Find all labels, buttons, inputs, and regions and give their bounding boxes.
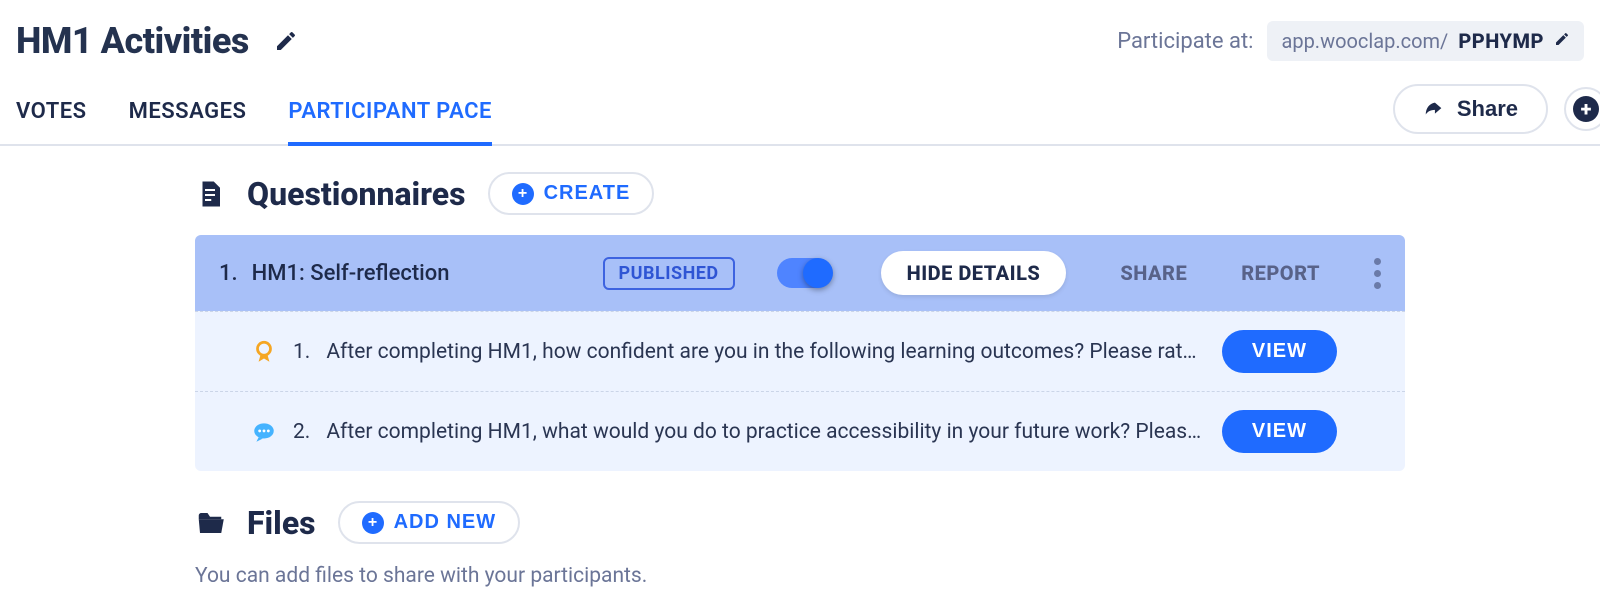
- tab-participant-pace[interactable]: PARTICIPANT PACE: [288, 85, 491, 146]
- report-button[interactable]: REPORT: [1241, 261, 1320, 285]
- tab-votes[interactable]: VOTES: [16, 85, 87, 146]
- create-label: CREATE: [544, 182, 631, 205]
- participate-link-box[interactable]: app.wooclap.com/PPHYMP: [1267, 21, 1584, 61]
- question-row[interactable]: 2. After completing HM1, what would you …: [195, 391, 1405, 471]
- document-icon: [195, 179, 225, 209]
- questionnaire-card: 1. HM1: Self-reflection PUBLISHED HIDE D…: [195, 235, 1405, 471]
- add-button[interactable]: +: [1564, 87, 1600, 131]
- participate-at-label: Participate at:: [1117, 29, 1253, 54]
- question-number: 2.: [293, 420, 310, 444]
- question-text: After completing HM1, what would you do …: [326, 420, 1206, 444]
- publish-toggle[interactable]: [777, 258, 831, 288]
- questionnaires-heading: Questionnaires: [247, 175, 466, 213]
- participate-code: PPHYMP: [1458, 29, 1544, 53]
- plus-icon: +: [512, 183, 534, 205]
- add-file-button[interactable]: + ADD NEW: [338, 501, 521, 544]
- view-button[interactable]: VIEW: [1222, 330, 1337, 373]
- questionnaire-index: 1.: [219, 261, 238, 286]
- create-questionnaire-button[interactable]: + CREATE: [488, 172, 655, 215]
- more-menu-icon[interactable]: [1374, 258, 1381, 289]
- plus-icon: +: [1573, 96, 1599, 122]
- chat-bubble-icon: [251, 419, 277, 445]
- tabs: VOTES MESSAGES PARTICIPANT PACE: [16, 85, 492, 144]
- status-badge: PUBLISHED: [603, 257, 735, 290]
- rating-badge-icon: [251, 339, 277, 365]
- view-button[interactable]: VIEW: [1222, 410, 1337, 453]
- hide-details-button[interactable]: HIDE DETAILS: [881, 251, 1067, 295]
- folder-icon: [195, 508, 225, 538]
- share-button-label: Share: [1457, 96, 1518, 122]
- edit-code-icon[interactable]: [1554, 31, 1570, 51]
- share-questionnaire-button[interactable]: SHARE: [1120, 261, 1187, 285]
- question-row[interactable]: 1. After completing HM1, how confident a…: [195, 311, 1405, 391]
- files-hint-text: You can add files to share with your par…: [195, 564, 1405, 588]
- edit-title-icon[interactable]: [273, 28, 299, 54]
- share-icon: [1423, 98, 1445, 120]
- questionnaire-title: HM1: Self-reflection: [252, 261, 450, 286]
- question-number: 1.: [293, 340, 310, 364]
- add-file-label: ADD NEW: [394, 511, 497, 534]
- question-text: After completing HM1, how confident are …: [326, 340, 1206, 364]
- questionnaire-header[interactable]: 1. HM1: Self-reflection PUBLISHED HIDE D…: [195, 235, 1405, 311]
- share-button[interactable]: Share: [1393, 84, 1548, 134]
- plus-icon: +: [362, 512, 384, 534]
- participate-domain: app.wooclap.com/: [1281, 29, 1448, 53]
- page-title: HM1 Activities: [16, 20, 249, 62]
- files-heading: Files: [247, 504, 316, 542]
- tab-messages[interactable]: MESSAGES: [129, 85, 247, 146]
